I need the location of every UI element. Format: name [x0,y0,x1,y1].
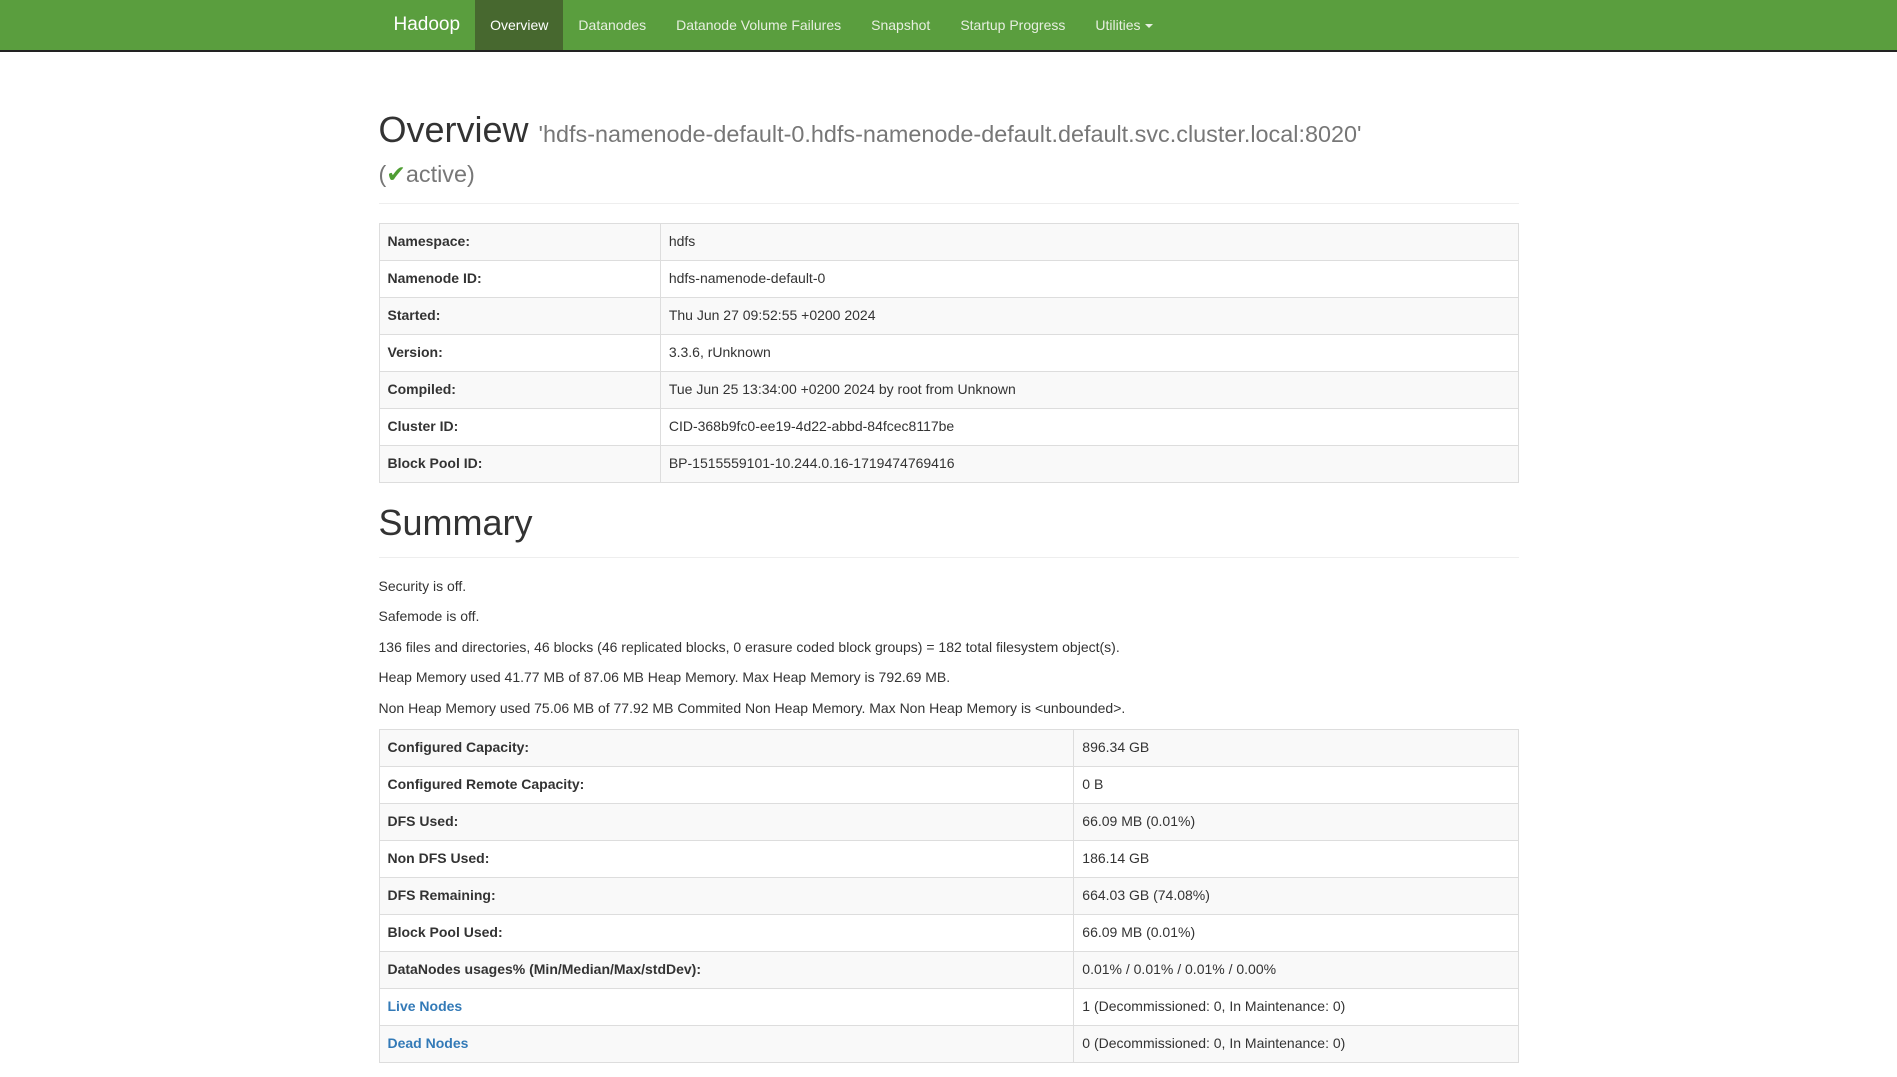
metric-label: Block Pool Used: [379,915,1074,952]
top-navbar: Hadoop Overview Datanodes Datanode Volum… [0,0,1897,52]
info-value: 3.3.6, rUnknown [660,335,1518,372]
info-value: hdfs-namenode-default-0 [660,261,1518,298]
nav-link-datanodes[interactable]: Datanodes [563,0,661,50]
metric-label: Configured Remote Capacity: [379,767,1074,804]
summary-text: Security is off. Safemode is off. 136 fi… [379,577,1519,719]
info-label: Block Pool ID: [379,446,660,483]
live-nodes-link[interactable]: Live Nodes [388,998,463,1014]
metric-value: 0.01% / 0.01% / 0.01% / 0.00% [1074,952,1518,989]
metric-label: DFS Used: [379,804,1074,841]
main-content: Overview 'hdfs-namenode-default-0.hdfs-n… [364,110,1534,1063]
table-row: DFS Used: 66.09 MB (0.01%) [379,804,1518,841]
table-row: DFS Remaining: 664.03 GB (74.08%) [379,878,1518,915]
nav-item-overview: Overview [475,0,563,50]
summary-line-safemode: Safemode is off. [379,607,1519,627]
metric-value: 66.09 MB (0.01%) [1074,915,1518,952]
caret-down-icon [1145,24,1153,28]
summary-metrics-table: Configured Capacity: 896.34 GB Configure… [379,729,1519,1063]
dead-nodes-link[interactable]: Dead Nodes [388,1035,469,1051]
nav-item-utilities: Utilities [1080,0,1167,50]
page-title: Overview [379,109,529,150]
metric-label: Live Nodes [379,988,1074,1025]
summary-line-filesystem-objects: 136 files and directories, 46 blocks (46… [379,638,1519,658]
table-row: Dead Nodes 0 (Decommissioned: 0, In Main… [379,1025,1518,1062]
metric-label: Dead Nodes [379,1025,1074,1062]
title-divider [379,203,1519,204]
table-row: DataNodes usages% (Min/Median/Max/stdDev… [379,952,1518,989]
metric-label: DataNodes usages% (Min/Median/Max/stdDev… [379,952,1074,989]
table-row: Namespace: hdfs [379,224,1518,261]
table-row: Version: 3.3.6, rUnknown [379,335,1518,372]
info-value: BP-1515559101-10.244.0.16-1719474769416 [660,446,1518,483]
table-row: Compiled: Tue Jun 25 13:34:00 +0200 2024… [379,372,1518,409]
nav-link-startup-progress[interactable]: Startup Progress [945,0,1080,50]
metric-label: DFS Remaining: [379,878,1074,915]
nav-item-snapshot: Snapshot [856,0,945,50]
metric-value: 896.34 GB [1074,730,1518,767]
nav-item-datanode-volume-failures: Datanode Volume Failures [661,0,856,50]
nav-item-datanodes: Datanodes [563,0,661,50]
table-row: Started: Thu Jun 27 09:52:55 +0200 2024 [379,298,1518,335]
table-row: Live Nodes 1 (Decommissioned: 0, In Main… [379,988,1518,1025]
table-row: Configured Capacity: 896.34 GB [379,730,1518,767]
overview-heading: Overview 'hdfs-namenode-default-0.hdfs-n… [379,110,1519,189]
info-label: Version: [379,335,660,372]
table-row: Configured Remote Capacity: 0 B [379,767,1518,804]
brand-hadoop[interactable]: Hadoop [379,0,476,50]
metric-value: 186.14 GB [1074,841,1518,878]
summary-line-heap-memory: Heap Memory used 41.77 MB of 87.06 MB He… [379,668,1519,688]
metric-value: 0 (Decommissioned: 0, In Maintenance: 0) [1074,1025,1518,1062]
info-label: Namenode ID: [379,261,660,298]
nav-link-snapshot[interactable]: Snapshot [856,0,945,50]
summary-line-security: Security is off. [379,577,1519,597]
metric-value: 664.03 GB (74.08%) [1074,878,1518,915]
info-label: Namespace: [379,224,660,261]
info-label: Started: [379,298,660,335]
nav-link-overview[interactable]: Overview [475,0,563,50]
info-value: Tue Jun 25 13:34:00 +0200 2024 by root f… [660,372,1518,409]
metric-value: 0 B [1074,767,1518,804]
metric-value: 66.09 MB (0.01%) [1074,804,1518,841]
namenode-info-table: Namespace: hdfs Namenode ID: hdfs-nameno… [379,223,1519,483]
namenode-address: 'hdfs-namenode-default-0.hdfs-namenode-d… [539,121,1362,147]
table-row: Block Pool ID: BP-1515559101-10.244.0.16… [379,446,1518,483]
summary-divider [379,557,1519,558]
metric-value: 1 (Decommissioned: 0, In Maintenance: 0) [1074,988,1518,1025]
nav-link-utilities-dropdown[interactable]: Utilities [1080,0,1167,50]
table-row: Namenode ID: hdfs-namenode-default-0 [379,261,1518,298]
active-check-icon: ✔ [386,161,406,187]
summary-heading: Summary [379,503,1519,543]
navbar-menu: Overview Datanodes Datanode Volume Failu… [475,0,1167,50]
table-row: Cluster ID: CID-368b9fc0-ee19-4d22-abbd-… [379,409,1518,446]
table-row: Block Pool Used: 66.09 MB (0.01%) [379,915,1518,952]
info-label: Compiled: [379,372,660,409]
info-value: CID-368b9fc0-ee19-4d22-abbd-84fcec8117be [660,409,1518,446]
nav-item-startup-progress: Startup Progress [945,0,1080,50]
info-value: hdfs [660,224,1518,261]
metric-label: Non DFS Used: [379,841,1074,878]
table-row: Non DFS Used: 186.14 GB [379,841,1518,878]
nav-link-datanode-volume-failures[interactable]: Datanode Volume Failures [661,0,856,50]
summary-line-non-heap-memory: Non Heap Memory used 75.06 MB of 77.92 M… [379,699,1519,719]
info-label: Cluster ID: [379,409,660,446]
info-value: Thu Jun 27 09:52:55 +0200 2024 [660,298,1518,335]
metric-label: Configured Capacity: [379,730,1074,767]
namenode-status: (✔active) [379,161,475,187]
